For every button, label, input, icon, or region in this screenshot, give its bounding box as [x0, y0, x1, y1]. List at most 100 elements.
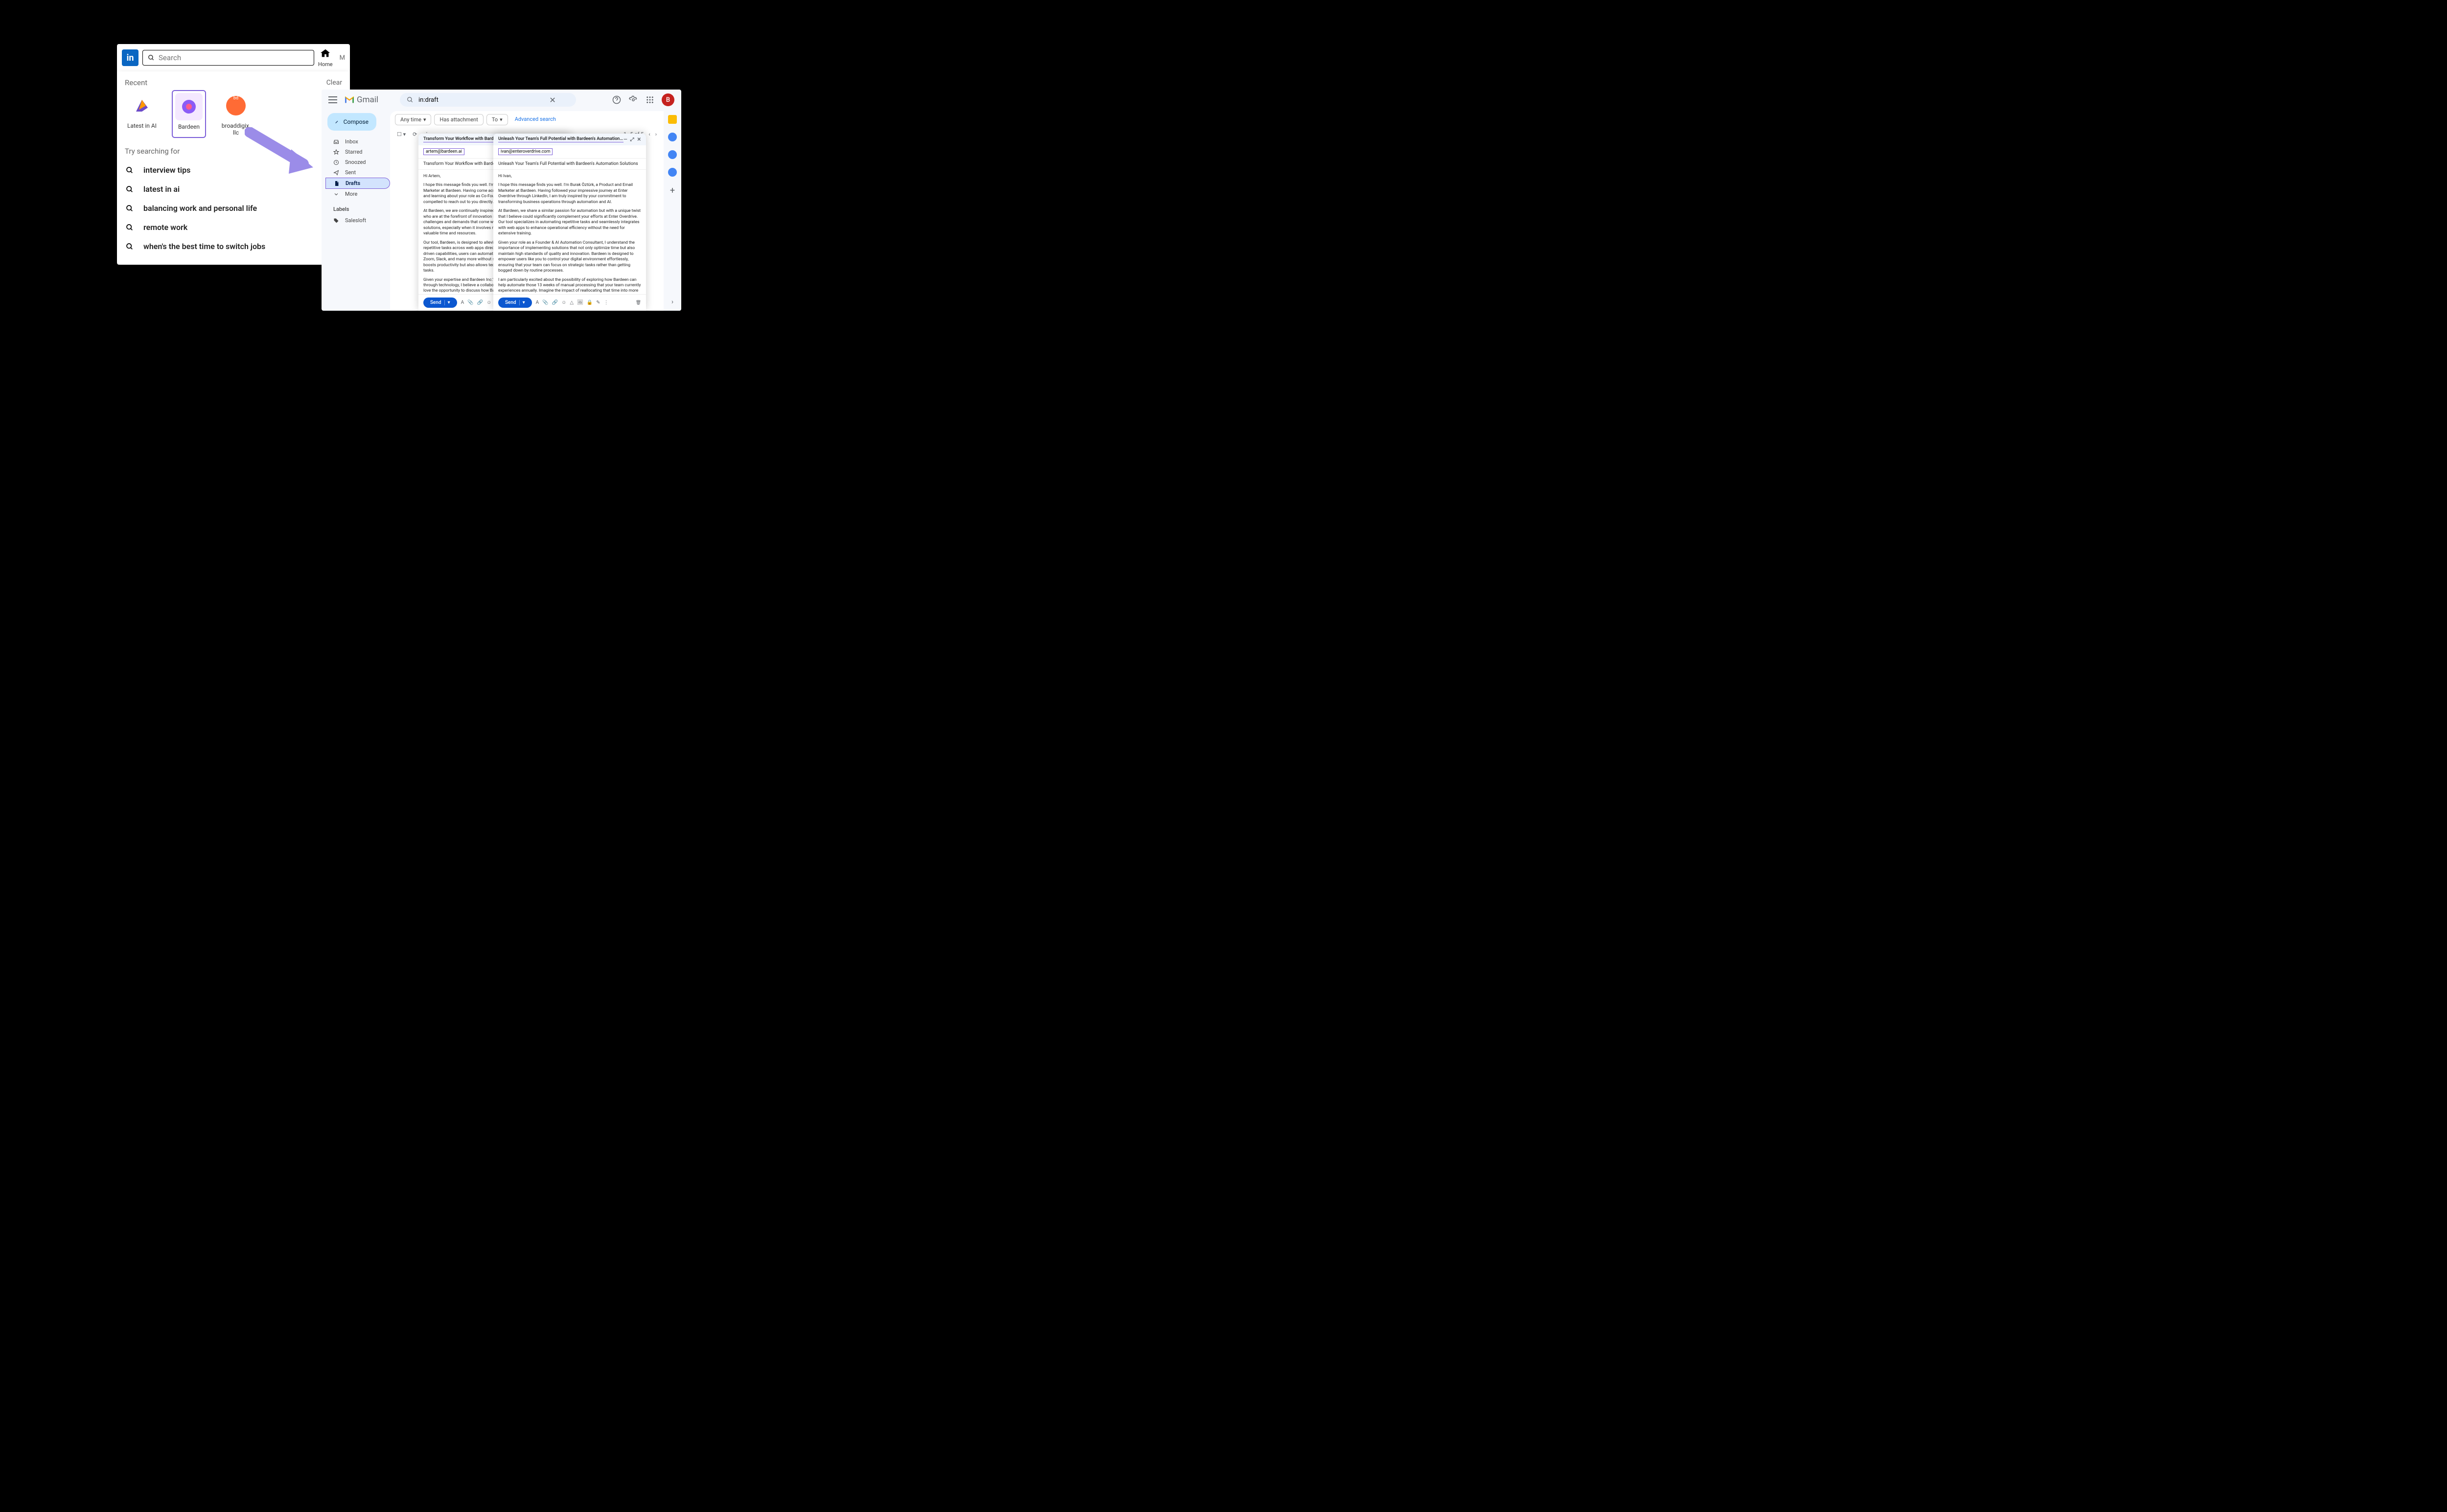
gmail-m-icon [344, 96, 355, 104]
recent-item-label: Bardeen [178, 123, 200, 130]
link-icon[interactable]: 🔗 [477, 300, 483, 305]
clear-search-icon[interactable]: ✕ [548, 95, 557, 105]
more-tools-icon[interactable]: ⋮ [604, 300, 609, 305]
folder-more[interactable]: More [325, 189, 390, 199]
clock-icon [333, 160, 339, 165]
body-p2: At Bardeen, we share a similar passion f… [498, 208, 641, 236]
folder-label: More [345, 191, 357, 197]
compose-subject-field[interactable]: Unleash Your Team's Full Potential with … [493, 159, 646, 170]
recent-item-latest-ai[interactable]: Latest in AI [125, 92, 159, 136]
compose-footer: Send ▾ A 📎 🔗 ☺ △ 🖼 🔒 ✎ ⋮ 🗑 [493, 294, 646, 311]
search-icon [148, 54, 155, 61]
send-label: Send [430, 300, 441, 305]
collapse-icon[interactable]: › [671, 298, 673, 306]
send-dropdown-icon[interactable]: ▾ [444, 300, 450, 305]
filter-attachment[interactable]: Has attachment [434, 114, 483, 125]
suggestion-text: when's the best time to switch jobs [143, 242, 265, 251]
lock-icon[interactable]: 🔒 [587, 300, 593, 305]
pen-icon[interactable]: ✎ [596, 300, 600, 305]
search-icon [126, 185, 134, 193]
folder-snoozed[interactable]: Snoozed [325, 157, 390, 167]
clear-button[interactable]: Clear [326, 79, 342, 87]
search-icon [407, 96, 414, 103]
linkedin-search-box[interactable] [142, 50, 314, 66]
arrow-icon [245, 127, 323, 181]
suggestion-remote-work[interactable]: remote work [125, 218, 342, 237]
folder-starred[interactable]: Starred [325, 147, 390, 157]
suggestion-text: balancing work and personal life [143, 204, 257, 213]
next-page-icon[interactable]: › [655, 131, 657, 137]
recent-label: Recent [125, 78, 147, 87]
contacts-icon[interactable] [668, 168, 677, 177]
tasks-icon[interactable] [668, 150, 677, 159]
image-icon[interactable]: 🖼 [577, 300, 583, 305]
label-salesloft[interactable]: Salesloft [325, 215, 390, 226]
folder-label: Snoozed [345, 159, 366, 165]
chevron-down-icon: ▾ [500, 116, 503, 123]
gmail-search-input[interactable] [418, 96, 543, 104]
bardeen-icon [175, 93, 203, 120]
folder-label: Sent [345, 169, 356, 176]
folder-label: Inbox [345, 138, 358, 145]
close-icon[interactable]: ✕ [637, 137, 641, 142]
attach-icon[interactable]: 📎 [542, 300, 548, 305]
body-p4: I am particularly excited about the poss… [498, 277, 641, 295]
send-dropdown-icon[interactable]: ▾ [519, 300, 525, 305]
format-icon[interactable]: A [461, 300, 464, 305]
filter-to[interactable]: To ▾ [486, 114, 508, 125]
compose-title-bar[interactable]: Unleash Your Team's Full Potential with … [493, 134, 646, 145]
discard-icon[interactable]: 🗑 [636, 300, 641, 305]
settings-icon[interactable] [628, 95, 638, 105]
compose-button[interactable]: Compose [327, 113, 376, 131]
star-icon [333, 149, 339, 155]
recent-item-bardeen[interactable]: Bardeen [172, 90, 206, 138]
compose-body[interactable]: Hi Ivan, I hope this message finds you w… [493, 170, 646, 294]
send-button[interactable]: Send ▾ [498, 298, 532, 308]
suggestion-latest-ai[interactable]: latest in ai [125, 180, 342, 199]
nav-m: M [337, 54, 345, 62]
compose-to-value: ivan@enteroverdrive.com [498, 148, 553, 155]
folder-sent[interactable]: Sent [325, 167, 390, 178]
folder-drafts[interactable]: Drafts [325, 178, 390, 189]
gmail-logo[interactable]: Gmail [344, 95, 378, 105]
gmail-filters: Any time ▾ Has attachment To ▾ Advanced … [390, 111, 664, 128]
nav-home[interactable]: Home [318, 48, 333, 68]
prev-page-icon[interactable]: ‹ [648, 131, 650, 137]
gmail-sidebar: Compose Inbox Starred Snoozed Sent Draft… [322, 110, 390, 311]
emoji-icon[interactable]: ☺ [486, 300, 491, 305]
menu-icon[interactable] [328, 96, 337, 103]
compose-title: Unleash Your Team's Full Potential with … [498, 137, 623, 142]
tune-icon[interactable] [562, 96, 569, 103]
refresh-icon[interactable]: ⟳ [413, 131, 417, 137]
minimize-icon[interactable]: — [623, 137, 627, 142]
send-label: Send [505, 300, 516, 305]
folder-inbox[interactable]: Inbox [325, 137, 390, 147]
send-button[interactable]: Send ▾ [423, 298, 457, 308]
linkedin-search-input[interactable] [159, 53, 309, 62]
suggestion-balancing[interactable]: balancing work and personal life [125, 199, 342, 218]
account-avatar[interactable]: B [662, 93, 674, 106]
link-icon[interactable]: 🔗 [552, 300, 558, 305]
suggestion-switch-jobs[interactable]: when's the best time to switch jobs [125, 237, 342, 256]
advanced-search-link[interactable]: Advanced search [511, 114, 560, 125]
emoji-icon[interactable]: ☺ [561, 300, 566, 305]
add-icon[interactable]: + [670, 185, 675, 196]
gmail-logo-text: Gmail [357, 95, 378, 105]
calendar-icon[interactable] [668, 115, 677, 124]
filter-anytime[interactable]: Any time ▾ [395, 114, 431, 125]
help-icon[interactable] [612, 95, 622, 105]
expand-icon[interactable]: ⤢ [630, 137, 634, 142]
compose-to-field[interactable]: ivan@enteroverdrive.com [493, 145, 646, 159]
select-all-checkbox[interactable]: ☐ ▾ [397, 131, 406, 137]
apps-icon[interactable] [645, 95, 655, 105]
gmail-rightbar: + › [664, 110, 681, 311]
linkedin-logo[interactable]: in [122, 49, 139, 66]
suggestion-text: remote work [143, 223, 187, 232]
drive-icon[interactable]: △ [570, 300, 574, 305]
gmail-search-box[interactable]: ✕ [400, 93, 576, 107]
suggestion-text: latest in ai [143, 184, 180, 194]
attach-icon[interactable]: 📎 [467, 300, 473, 305]
format-icon[interactable]: A [536, 300, 539, 305]
suggestion-text: interview tips [143, 165, 190, 175]
keep-icon[interactable] [668, 133, 677, 141]
